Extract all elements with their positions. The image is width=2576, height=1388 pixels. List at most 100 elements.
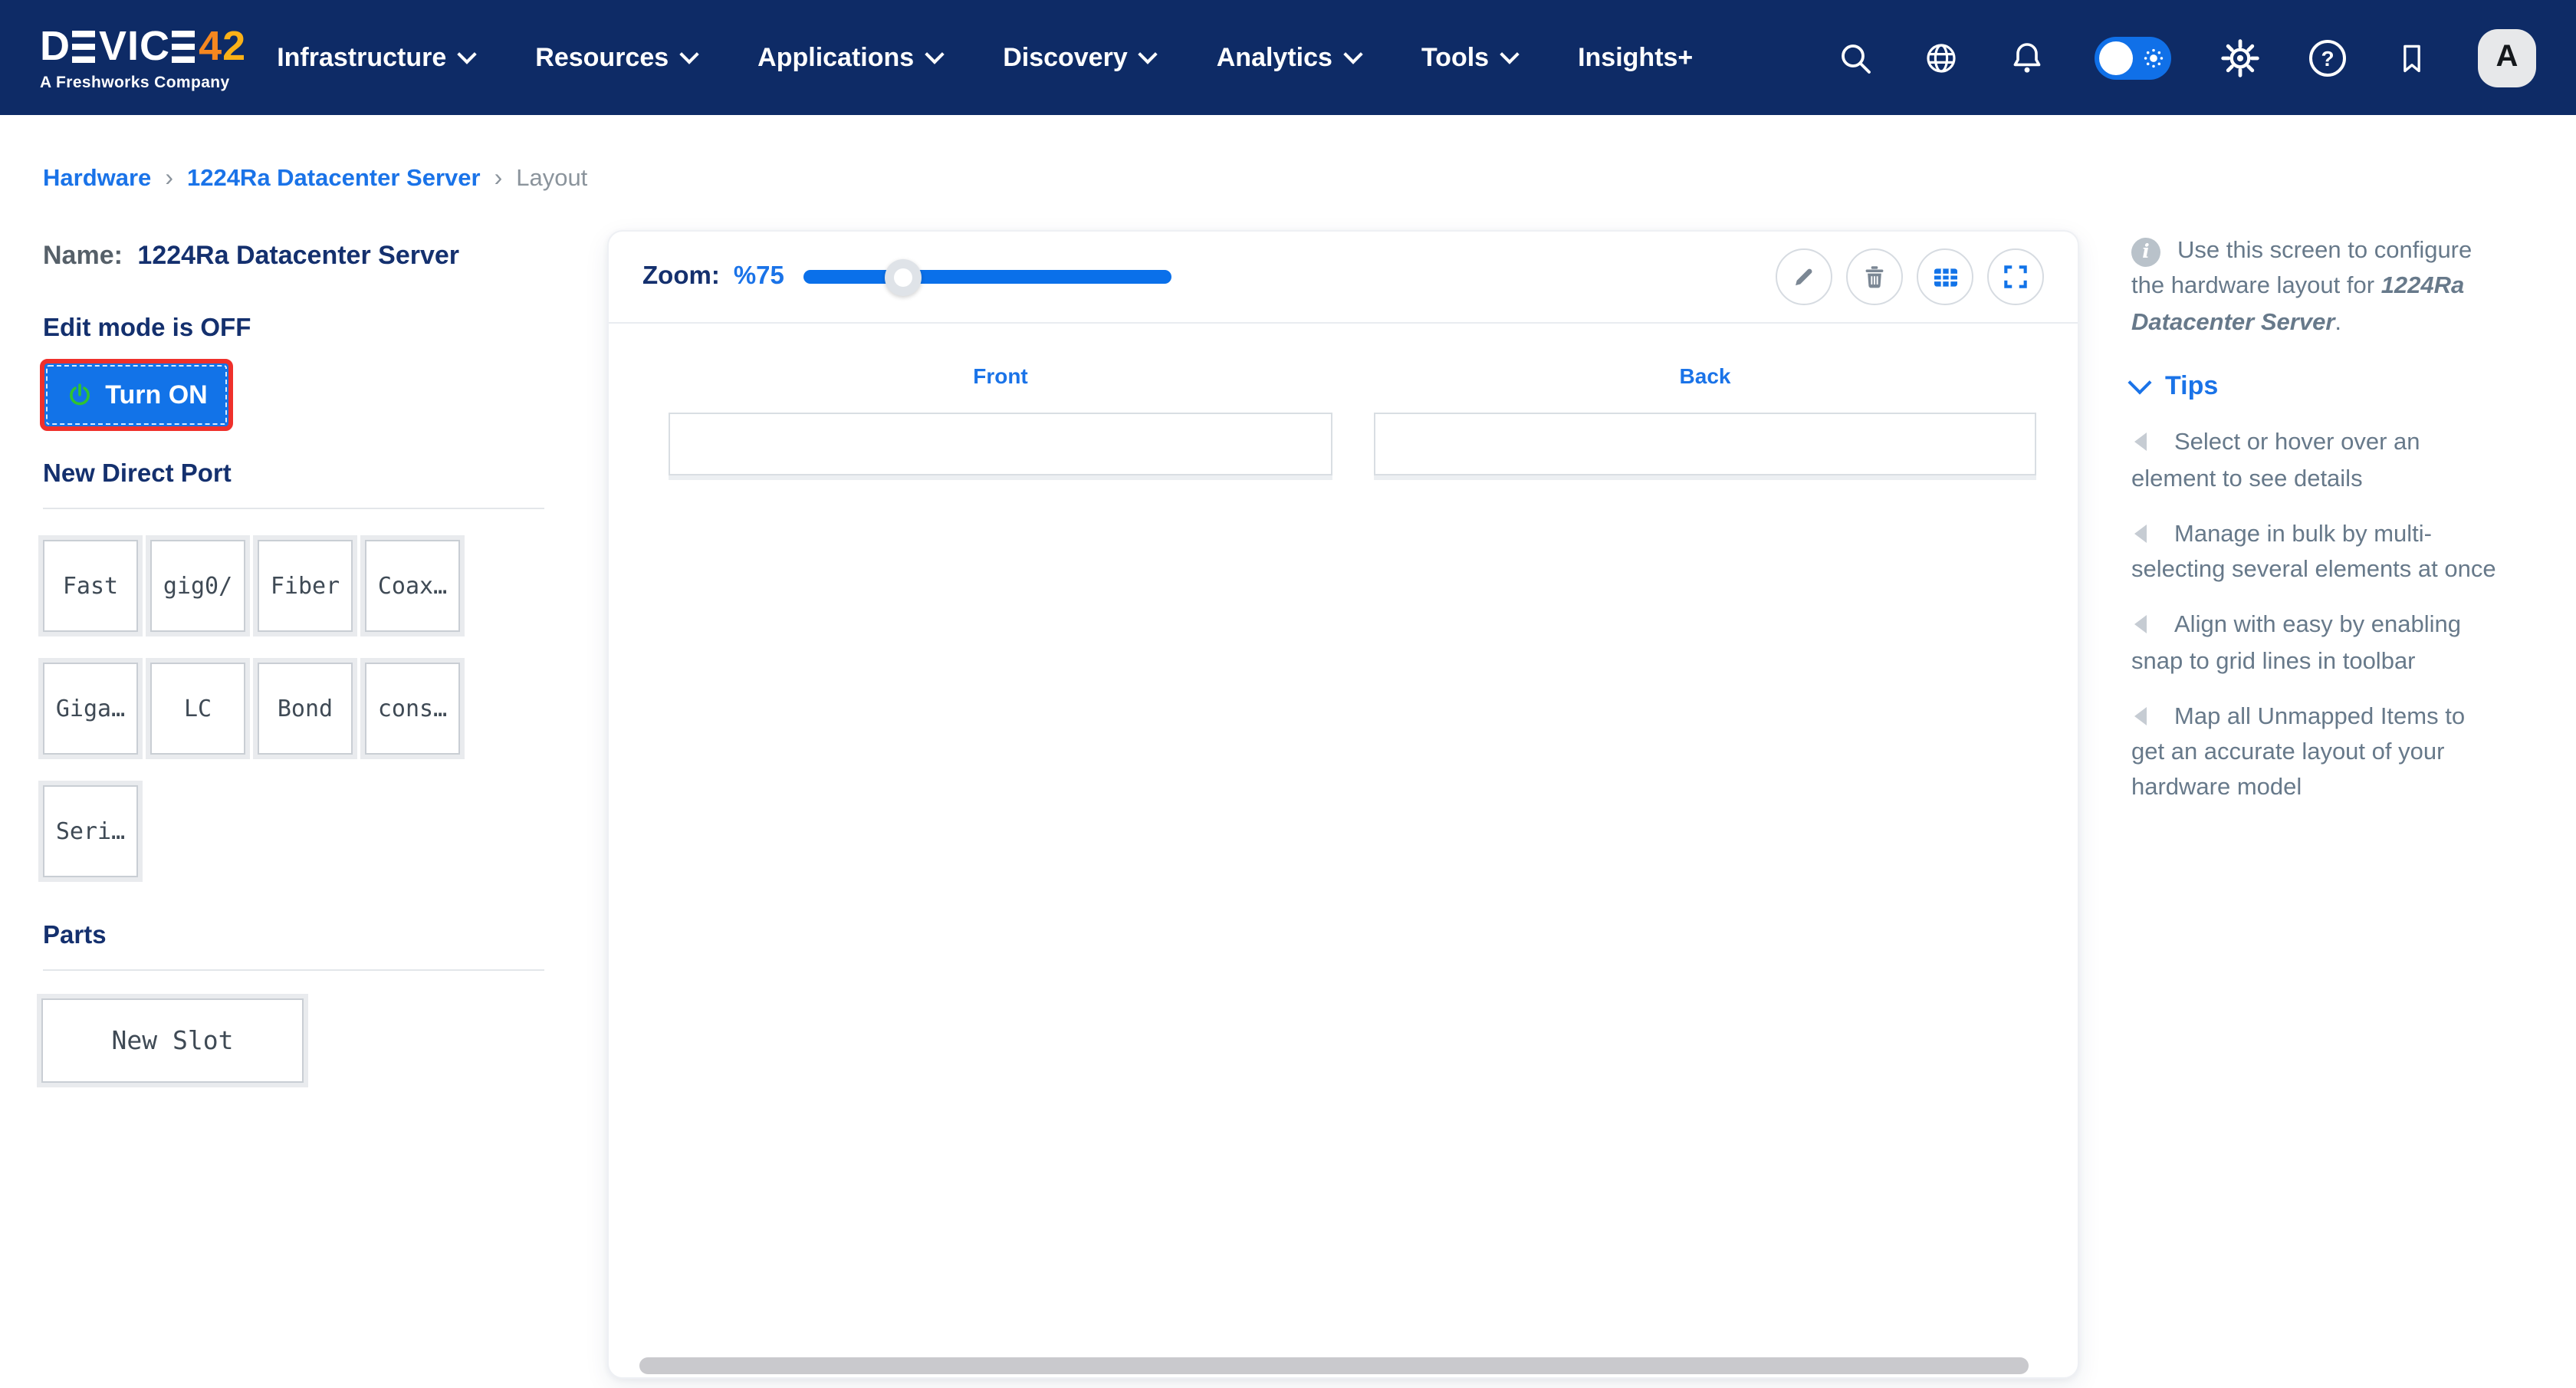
tips-section-toggle[interactable]: Tips xyxy=(2128,367,2533,406)
menu-insights-plus[interactable]: Insights+ xyxy=(1578,42,1693,73)
pencil-icon xyxy=(1796,268,1812,286)
theme-toggle[interactable] xyxy=(2095,36,2171,79)
layout-canvas: Front Back xyxy=(609,324,2078,1379)
menu-resources[interactable]: Resources xyxy=(535,42,699,73)
menu-infrastructure[interactable]: Infrastructure xyxy=(277,42,478,73)
horizontal-scrollbar[interactable] xyxy=(639,1357,2029,1374)
chevron-down-icon xyxy=(925,44,945,64)
search-icon[interactable] xyxy=(1837,39,1874,76)
menu-applications[interactable]: Applications xyxy=(757,42,945,73)
port-tile-serial[interactable]: Seri… xyxy=(43,785,138,877)
triangle-bullet-icon xyxy=(2134,706,2147,725)
menu-label: Analytics xyxy=(1216,42,1332,71)
zoom-slider-thumb[interactable] xyxy=(885,258,922,295)
tips-title: Tips xyxy=(2165,370,2219,400)
menu-label: Infrastructure xyxy=(277,42,447,71)
port-tile-cons[interactable]: cons… xyxy=(365,663,460,755)
top-navbar: DEVICE42 A Freshworks Company Infrastruc… xyxy=(0,0,2576,115)
edit-pencil-button[interactable] xyxy=(1776,248,1832,305)
front-face-rect[interactable] xyxy=(669,413,1332,475)
breadcrumb-device[interactable]: 1224Ra Datacenter Server xyxy=(187,166,481,193)
canvas-toolbar: Zoom: %75 xyxy=(609,232,2078,324)
parts-heading: Parts xyxy=(43,922,107,949)
tip-text: Select or hover over an element to see d… xyxy=(2131,429,2420,492)
port-tile-fast[interactable]: Fast xyxy=(43,540,138,632)
tip-item: Select or hover over an element to see d… xyxy=(2131,426,2533,497)
power-icon xyxy=(69,383,90,405)
port-tile-fiber[interactable]: Fiber xyxy=(258,540,353,632)
globe-icon[interactable] xyxy=(1923,39,1960,76)
logo-part: 2 xyxy=(222,23,247,70)
port-tile-giga[interactable]: Giga… xyxy=(43,663,138,755)
breadcrumb: Hardware › 1224Ra Datacenter Server › La… xyxy=(43,166,587,193)
port-tile-coax[interactable]: Coax… xyxy=(365,540,460,632)
device-name-line: Name: 1224Ra Datacenter Server xyxy=(43,241,459,271)
divider xyxy=(43,969,544,971)
menu-tools[interactable]: Tools xyxy=(1421,42,1520,73)
breadcrumb-separator: › xyxy=(165,166,173,192)
chevron-down-icon xyxy=(1500,44,1520,64)
help-glyph: ? xyxy=(2321,45,2334,70)
tips-panel: i Use this screen to configure the hardwa… xyxy=(2128,233,2533,807)
port-tile-bond[interactable]: Bond xyxy=(258,663,353,755)
info-text-suffix: . xyxy=(2334,309,2342,335)
info-paragraph: i Use this screen to configure the hardwa… xyxy=(2131,233,2533,340)
triangle-bullet-icon xyxy=(2134,524,2147,543)
port-tile-lc[interactable]: LC xyxy=(150,663,245,755)
logo-subtitle: A Freshworks Company xyxy=(40,74,230,93)
chevron-down-icon xyxy=(1138,44,1158,64)
turn-on-button[interactable]: Turn ON xyxy=(40,359,233,431)
tip-text: Map all Unmapped Items to get an accurat… xyxy=(2131,703,2466,801)
toggle-knob xyxy=(2099,41,2133,74)
notifications-bell-icon[interactable] xyxy=(2009,39,2045,76)
help-icon[interactable]: ? xyxy=(2309,39,2346,76)
menu-label: Insights+ xyxy=(1578,42,1694,71)
chevron-down-icon xyxy=(457,44,478,64)
direct-port-palette: Fast gig0/ Fiber Coax… Giga… LC Bond con… xyxy=(43,540,460,877)
logo-part: VIC xyxy=(99,23,171,70)
chevron-down-icon xyxy=(679,44,699,64)
chevron-down-icon xyxy=(1343,44,1363,64)
back-face-rect[interactable] xyxy=(1374,413,2036,475)
edit-mode-status: Edit mode is OFF xyxy=(43,314,251,342)
breadcrumb-hardware[interactable]: Hardware xyxy=(43,166,151,193)
menu-label: Resources xyxy=(535,42,669,71)
fullscreen-button[interactable] xyxy=(1987,248,2044,305)
device-name-value: 1224Ra Datacenter Server xyxy=(137,241,460,270)
tip-item: Align with easy by enabling snap to grid… xyxy=(2131,608,2533,679)
port-tile-gig0[interactable]: gig0/ xyxy=(150,540,245,632)
chevron-down-icon xyxy=(2128,370,2152,394)
turn-on-label: Turn ON xyxy=(105,380,208,409)
divider xyxy=(43,508,544,509)
grid-toggle-button[interactable] xyxy=(1917,248,1973,305)
user-avatar[interactable]: A xyxy=(2478,28,2536,87)
new-direct-port-heading: New Direct Port xyxy=(43,460,232,488)
menu-discovery[interactable]: Discovery xyxy=(1003,42,1158,73)
tip-text: Manage in bulk by multi- selecting sever… xyxy=(2131,521,2496,584)
triangle-bullet-icon xyxy=(2134,615,2147,634)
menu-label: Tools xyxy=(1421,42,1490,71)
layout-canvas-card: Zoom: %75 Front Back xyxy=(607,230,2079,1379)
canvas-actions xyxy=(1776,248,2044,305)
bookmark-icon[interactable] xyxy=(2395,41,2429,74)
info-icon: i xyxy=(2131,238,2160,267)
name-label: Name: xyxy=(43,241,123,270)
tip-text: Align with easy by enabling snap to grid… xyxy=(2131,612,2461,675)
zoom-slider[interactable] xyxy=(803,258,1172,295)
tip-item: Map all Unmapped Items to get an accurat… xyxy=(2131,699,2533,807)
zoom-value: %75 xyxy=(733,262,784,290)
grid-icon xyxy=(1934,268,1957,286)
device42-logo[interactable]: DEVICE42 A Freshworks Company xyxy=(40,23,247,93)
breadcrumb-current-layout: Layout xyxy=(516,166,588,192)
menu-label: Applications xyxy=(757,42,915,71)
logo-bar-e: E xyxy=(71,27,99,68)
trash-icon xyxy=(1865,266,1884,288)
logo-part: 4 xyxy=(199,23,223,70)
settings-gear-icon[interactable] xyxy=(2220,38,2260,77)
delete-trash-button[interactable] xyxy=(1846,248,1903,305)
new-slot-tile[interactable]: New Slot xyxy=(41,998,304,1083)
avatar-letter: A xyxy=(2496,40,2518,74)
menu-analytics[interactable]: Analytics xyxy=(1216,42,1363,73)
breadcrumb-separator: › xyxy=(494,166,503,192)
tip-item: Manage in bulk by multi- selecting sever… xyxy=(2131,517,2533,588)
